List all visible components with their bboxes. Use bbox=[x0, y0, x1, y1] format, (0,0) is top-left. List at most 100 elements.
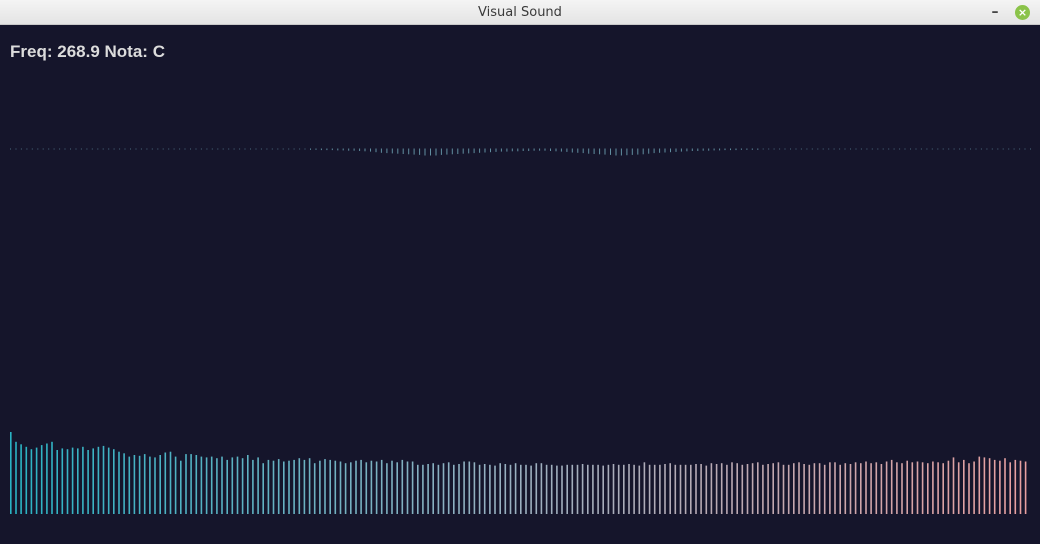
spectrum-bar bbox=[674, 464, 677, 514]
spectrum-bar bbox=[1014, 459, 1017, 514]
waveform-sample bbox=[250, 148, 251, 150]
waveform-sample bbox=[446, 148, 448, 155]
spectrum-bar bbox=[561, 465, 563, 514]
spectrum-bar bbox=[963, 459, 965, 514]
waveform-sample bbox=[948, 148, 950, 150]
waveform-sample bbox=[419, 148, 421, 155]
spectrum-bar bbox=[720, 463, 723, 514]
spectrum-bar bbox=[35, 447, 38, 514]
waveform-sample bbox=[10, 148, 11, 150]
spectrum-bar bbox=[597, 464, 599, 514]
waveform-sample bbox=[37, 148, 39, 150]
close-button[interactable]: × bbox=[1015, 5, 1030, 20]
waveform-sample bbox=[239, 148, 241, 150]
spectrum-bar bbox=[793, 463, 795, 514]
waveform-sample bbox=[70, 148, 71, 150]
spectrum-bar bbox=[1004, 458, 1006, 514]
spectrum-bar bbox=[736, 463, 738, 514]
spectrum-bar bbox=[710, 463, 713, 514]
spectrum-bar bbox=[375, 461, 378, 514]
spectrum-bar bbox=[365, 462, 368, 514]
waveform-sample bbox=[233, 148, 235, 150]
title-bar[interactable]: Visual Sound – × bbox=[0, 0, 1040, 25]
waveform-sample bbox=[773, 148, 775, 150]
spectrum-bar bbox=[952, 457, 955, 514]
waveform-sample bbox=[751, 148, 753, 150]
waveform-sample bbox=[113, 148, 115, 150]
spectrum-bar bbox=[113, 449, 115, 514]
waveform-sample bbox=[528, 148, 530, 151]
spectrum-bar bbox=[983, 457, 986, 514]
spectrum-bar bbox=[190, 454, 192, 514]
waveform-sample bbox=[255, 148, 257, 150]
spectrum-bar bbox=[705, 465, 708, 514]
spectrum-bar bbox=[896, 462, 898, 514]
spectrum-bar bbox=[370, 460, 373, 514]
spectrum-bar bbox=[592, 464, 594, 514]
spectrum-bar bbox=[957, 462, 960, 514]
waveform-sample bbox=[833, 148, 835, 150]
waveform-sample bbox=[659, 148, 661, 153]
waveform-sample bbox=[500, 148, 502, 152]
spectrum-bar bbox=[860, 463, 862, 514]
waveform-sample bbox=[386, 148, 388, 154]
waveform-sample bbox=[588, 148, 590, 154]
spectrum-bar bbox=[509, 464, 512, 514]
waveform-sample bbox=[615, 148, 617, 156]
spectrum-bar bbox=[494, 465, 496, 514]
waveform-sample bbox=[822, 148, 824, 150]
waveform-sample bbox=[430, 148, 431, 156]
waveform-sample bbox=[730, 148, 731, 151]
waveform-sample bbox=[757, 148, 759, 150]
note-label: Nota: bbox=[104, 42, 148, 61]
spectrum-bar bbox=[102, 445, 105, 514]
waveform-sample bbox=[893, 148, 895, 150]
waveform-sample bbox=[260, 148, 262, 150]
minimize-button[interactable]: – bbox=[986, 3, 1004, 21]
waveform-sample bbox=[691, 148, 693, 151]
spectrum-bar bbox=[473, 462, 476, 514]
waveform-sample bbox=[91, 148, 93, 150]
spectrum-bar bbox=[865, 461, 867, 514]
waveform-sample bbox=[244, 148, 246, 150]
waveform-sample bbox=[920, 148, 922, 150]
spectrum-bar bbox=[690, 464, 692, 514]
waveform-sample bbox=[648, 148, 650, 154]
waveform-sample bbox=[910, 148, 911, 150]
spectrum-bar bbox=[174, 456, 177, 514]
spectrum-bar bbox=[257, 457, 259, 514]
spectrum-bar bbox=[437, 464, 440, 514]
spectrum-bar bbox=[757, 462, 759, 514]
waveform-sample bbox=[53, 148, 55, 150]
spectrum-bar bbox=[504, 464, 507, 514]
waveform-sample bbox=[855, 148, 857, 150]
waveform-sample bbox=[451, 148, 453, 155]
waveform-sample bbox=[200, 148, 202, 150]
waveform-sample bbox=[844, 148, 846, 150]
waveform-sample bbox=[964, 148, 966, 150]
waveform-sample bbox=[942, 148, 944, 150]
spectrum-bar bbox=[411, 461, 414, 514]
spectrum bbox=[10, 432, 1027, 514]
waveform-sample bbox=[566, 148, 568, 152]
waveform-sample bbox=[637, 148, 639, 155]
waveform-sample bbox=[342, 148, 344, 151]
spectrum-bar bbox=[746, 464, 749, 514]
spectrum-bar bbox=[823, 464, 826, 514]
spectrum-bar bbox=[937, 462, 939, 514]
spectrum-bar bbox=[643, 462, 646, 514]
waveform-sample bbox=[435, 148, 437, 156]
waveform-sample bbox=[599, 148, 601, 155]
waveform-sample bbox=[173, 148, 175, 150]
frequency-readout: Freq: 268.9 Nota: C bbox=[10, 42, 165, 62]
waveform-sample bbox=[926, 148, 928, 150]
spectrum-bar bbox=[684, 464, 687, 514]
spectrum-bar bbox=[514, 463, 517, 514]
spectrum-bar bbox=[329, 459, 331, 514]
spectrum-bar bbox=[422, 464, 424, 514]
spectrum-bar bbox=[602, 465, 604, 514]
spectrum-bar bbox=[360, 459, 362, 514]
spectrum-bar bbox=[391, 460, 393, 514]
waveform-sample bbox=[784, 148, 786, 150]
waveform-sample bbox=[762, 148, 764, 150]
